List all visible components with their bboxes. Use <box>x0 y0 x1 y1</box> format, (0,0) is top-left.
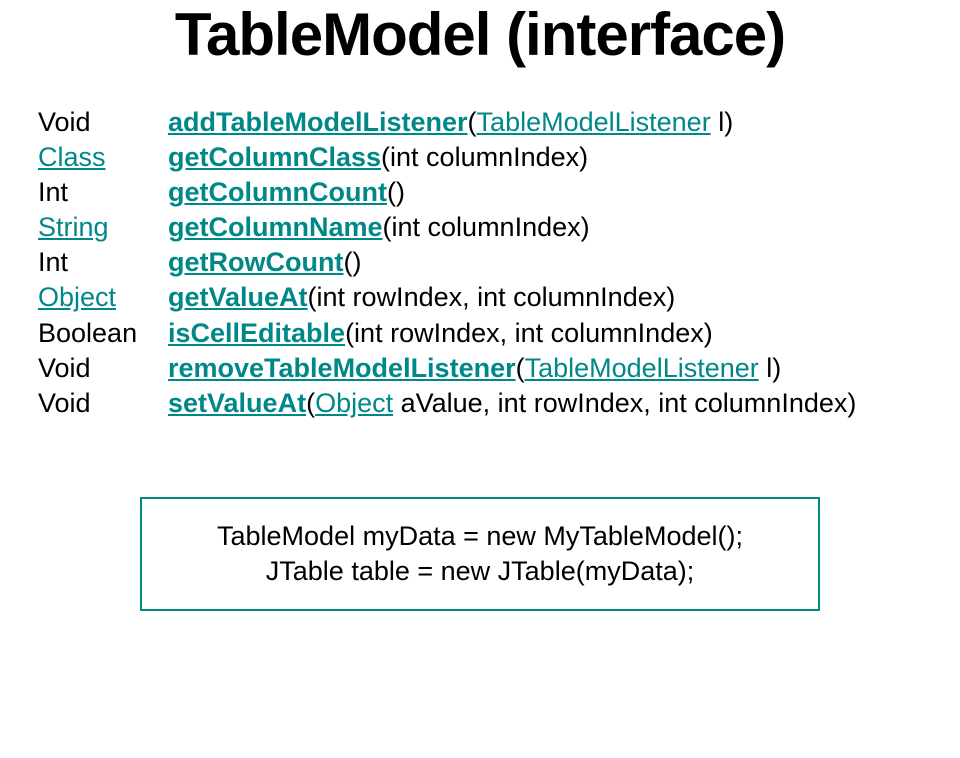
method-row: Boolean isCellEditable(int rowIndex, int… <box>38 316 940 351</box>
method-list: Void addTableModelListener(TableModelLis… <box>20 105 940 421</box>
params: (int rowIndex, int columnIndex) <box>345 318 713 348</box>
method-signature: getColumnName(int columnIndex) <box>168 210 590 245</box>
method-name: getRowCount <box>168 247 343 277</box>
method-name: removeTableModelListener <box>168 353 516 383</box>
param-rest: aValue, int rowIndex, int columnIndex) <box>393 388 856 418</box>
code-line: JTable table = new JTable(myData); <box>178 554 782 589</box>
method-signature: setValueAt(Object aValue, int rowIndex, … <box>168 386 856 421</box>
method-row: Int getRowCount() <box>38 245 940 280</box>
params: (int rowIndex, int columnIndex) <box>308 282 676 312</box>
method-signature: getValueAt(int rowIndex, int columnIndex… <box>168 280 675 315</box>
method-signature: removeTableModelListener(TableModelListe… <box>168 351 781 386</box>
method-row: Void setValueAt(Object aValue, int rowIn… <box>38 386 940 421</box>
paren-open: ( <box>468 107 477 137</box>
page-title: TableModel (interface) <box>20 0 940 69</box>
param-rest: l) <box>711 107 734 137</box>
paren-open: ( <box>516 353 525 383</box>
method-signature: getColumnClass(int columnIndex) <box>168 140 588 175</box>
code-example-box: TableModel myData = new MyTableModel(); … <box>140 497 820 611</box>
method-signature: isCellEditable(int rowIndex, int columnI… <box>168 316 713 351</box>
return-type: Int <box>38 175 168 210</box>
return-type: Int <box>38 245 168 280</box>
params: () <box>387 177 405 207</box>
method-row: Object getValueAt(int rowIndex, int colu… <box>38 280 940 315</box>
method-signature: getRowCount() <box>168 245 361 280</box>
return-type: Object <box>38 280 168 315</box>
param-rest: l) <box>759 353 782 383</box>
param-type-link: TableModelListener <box>525 353 759 383</box>
params: (int columnIndex) <box>381 142 588 172</box>
method-row: String getColumnName(int columnIndex) <box>38 210 940 245</box>
params: (int columnIndex) <box>383 212 590 242</box>
method-name: isCellEditable <box>168 318 345 348</box>
return-type: String <box>38 210 168 245</box>
return-type: Void <box>38 386 168 421</box>
method-name: getColumnCount <box>168 177 387 207</box>
method-row: Class getColumnClass(int columnIndex) <box>38 140 940 175</box>
return-type: Void <box>38 351 168 386</box>
method-name: getValueAt <box>168 282 308 312</box>
return-type: Boolean <box>38 316 168 351</box>
method-name: getColumnClass <box>168 142 381 172</box>
return-type: Class <box>38 140 168 175</box>
param-type-link: Object <box>315 388 393 418</box>
method-name: getColumnName <box>168 212 383 242</box>
params: () <box>343 247 361 277</box>
method-row: Int getColumnCount() <box>38 175 940 210</box>
return-type: Void <box>38 105 168 140</box>
method-row: Void removeTableModelListener(TableModel… <box>38 351 940 386</box>
paren-open: ( <box>306 388 315 418</box>
method-name: addTableModelListener <box>168 107 468 137</box>
method-signature: getColumnCount() <box>168 175 405 210</box>
method-name: setValueAt <box>168 388 306 418</box>
method-signature: addTableModelListener(TableModelListener… <box>168 105 733 140</box>
code-line: TableModel myData = new MyTableModel(); <box>178 519 782 554</box>
param-type-link: TableModelListener <box>477 107 711 137</box>
method-row: Void addTableModelListener(TableModelLis… <box>38 105 940 140</box>
